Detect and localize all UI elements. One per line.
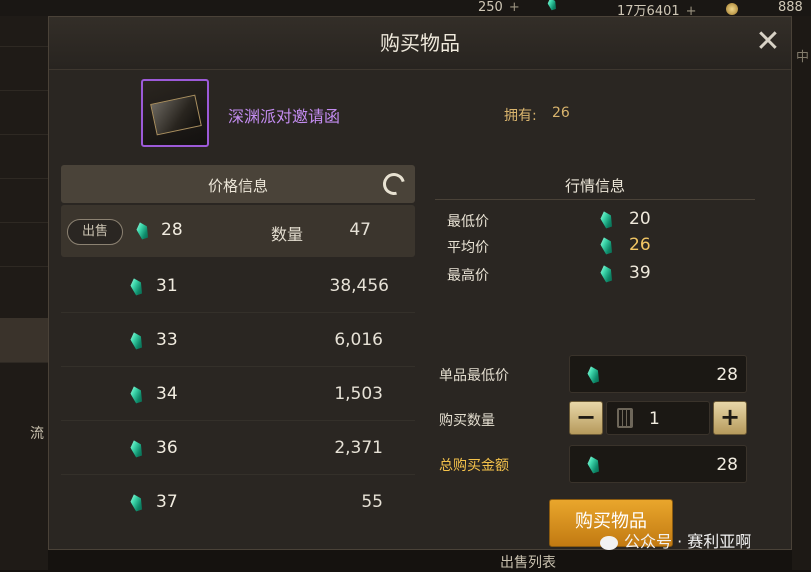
listing-row[interactable]: 37 55 <box>61 477 415 529</box>
sale-list-tab[interactable]: 出售列表 <box>500 552 556 572</box>
unit-min-price-label: 单品最低价 <box>439 368 509 384</box>
quantity-input[interactable]: 1 <box>606 401 710 435</box>
gem-icon <box>135 221 151 241</box>
gem-icon <box>599 264 615 284</box>
gem-icon <box>129 439 145 459</box>
avg-price-value: 26 <box>629 235 651 255</box>
listing-price: 36 <box>156 438 178 458</box>
price-info-header: 价格信息 <box>61 165 415 203</box>
decrease-quantity-button[interactable]: − <box>569 401 603 435</box>
listing-row[interactable]: 出售 28 数量 47 <box>61 205 415 257</box>
owned-label: 拥有: <box>504 108 537 124</box>
listing-quantity: 47 <box>349 220 371 240</box>
row-divider <box>61 366 415 367</box>
listing-row[interactable]: 33 6,016 <box>61 315 415 367</box>
gem-icon <box>586 365 602 385</box>
gem-icon <box>129 385 145 405</box>
listing-price: 37 <box>156 492 178 512</box>
max-price-label: 最高价 <box>447 268 489 284</box>
hud-currency-a: 250 + <box>478 0 520 15</box>
hud-currency-c: 888 <box>778 0 803 15</box>
add-currency-icon[interactable]: + <box>509 0 520 15</box>
dialog-title-bar: 购买物品 ✕ <box>49 17 791 70</box>
sell-badge: 出售 <box>67 219 123 245</box>
listing-quantity: 38,456 <box>329 276 389 296</box>
listing-price: 31 <box>156 276 178 296</box>
total-amount-label: 总购买金额 <box>439 458 509 474</box>
market-divider <box>435 199 755 200</box>
min-price-value: 20 <box>629 209 651 229</box>
gem-icon <box>129 331 145 351</box>
row-divider <box>61 312 415 313</box>
gem-icon <box>586 455 602 475</box>
background-sidebar: 流 <box>0 16 48 570</box>
gold-coin-icon <box>726 1 738 16</box>
calculator-icon[interactable] <box>617 408 633 428</box>
gem-icon <box>599 236 615 256</box>
gem-icon <box>599 210 615 230</box>
price-info-title: 价格信息 <box>207 177 268 195</box>
top-currency-bar: 250 + 17万6401 + 888 <box>0 0 811 19</box>
listing-row[interactable]: 31 38,456 <box>61 261 415 313</box>
listing-price: 28 <box>161 220 183 240</box>
listing-price: 33 <box>156 330 178 350</box>
background-sidebar-selected <box>0 318 48 362</box>
quantity-value: 1 <box>649 409 660 429</box>
avg-price-label: 平均价 <box>447 240 489 256</box>
increase-quantity-button[interactable]: + <box>713 401 747 435</box>
close-icon[interactable]: ✕ <box>753 27 783 57</box>
listing-quantity: 1,503 <box>334 384 383 404</box>
owned-count: 26 <box>552 105 570 121</box>
listing-quantity: 55 <box>361 492 383 512</box>
listing-row[interactable]: 36 2,371 <box>61 423 415 475</box>
max-price-value: 39 <box>629 263 651 283</box>
watermark: 公众号 · 赛利亚啊 <box>600 528 751 552</box>
buy-quantity-label: 购买数量 <box>439 413 495 429</box>
listing-quantity: 2,371 <box>334 438 383 458</box>
background-tab-label: 流 <box>30 426 44 442</box>
min-price-label: 最低价 <box>447 214 489 230</box>
market-info-title: 行情信息 <box>564 177 625 195</box>
hud-gem-icon <box>548 0 556 14</box>
background-right-edge: 中 <box>792 16 811 570</box>
total-amount-value: 28 <box>716 455 738 475</box>
wechat-icon <box>600 535 618 550</box>
total-amount-field: 28 <box>569 445 747 483</box>
unit-price-field[interactable]: 28 <box>569 355 747 393</box>
item-envelope-icon <box>141 79 209 147</box>
listing-row[interactable]: 34 1,503 <box>61 369 415 421</box>
watermark-text: 公众号 · 赛利亚啊 <box>624 532 752 551</box>
row-divider <box>61 420 415 421</box>
gem-icon <box>129 277 145 297</box>
gem-icon <box>129 493 145 513</box>
listing-quantity: 6,016 <box>334 330 383 350</box>
item-name: 深渊派对邀请函 <box>228 107 341 126</box>
unit-price-value: 28 <box>716 365 738 385</box>
background-right-label: 中 <box>796 50 810 65</box>
buy-item-dialog: 购买物品 ✕ 深渊派对邀请函 拥有: 26 价格信息 出售 28 数量 47 3… <box>48 16 792 550</box>
dialog-title: 购买物品 <box>380 31 460 55</box>
row-divider <box>61 474 415 475</box>
listing-price: 34 <box>156 384 178 404</box>
